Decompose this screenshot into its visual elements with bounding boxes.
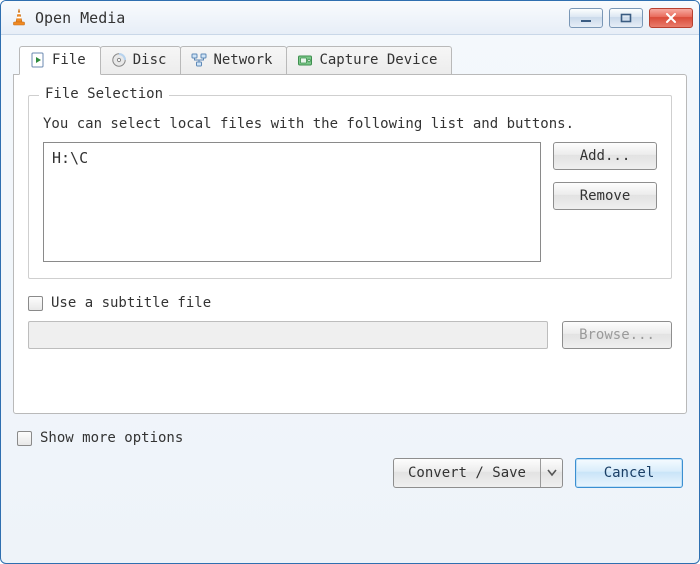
tab-disc[interactable]: Disc xyxy=(100,46,182,75)
use-subtitle-label: Use a subtitle file xyxy=(51,295,211,311)
file-selection-legend: File Selection xyxy=(39,86,169,102)
add-button-label: Add... xyxy=(580,148,631,164)
chevron-down-icon xyxy=(547,465,557,481)
capture-device-icon xyxy=(297,52,313,68)
subtitle-path-field xyxy=(28,321,548,349)
tab-file-label: File xyxy=(52,52,86,68)
disc-icon xyxy=(111,52,127,68)
add-button[interactable]: Add... xyxy=(553,142,657,170)
tab-network[interactable]: Network xyxy=(180,46,287,75)
convert-save-button[interactable]: Convert / Save xyxy=(393,458,563,488)
dialog-buttons: Convert / Save Cancel xyxy=(13,458,683,488)
window-controls xyxy=(569,8,693,28)
subtitle-group: Use a subtitle file Browse... xyxy=(28,295,672,349)
use-subtitle-checkbox[interactable] xyxy=(28,296,43,311)
file-selection-group: File Selection You can select local file… xyxy=(28,95,672,279)
show-more-checkbox[interactable] xyxy=(17,431,32,446)
client-area: File Disc xyxy=(1,35,699,563)
remove-button[interactable]: Remove xyxy=(553,182,657,210)
vlc-cone-icon xyxy=(9,8,29,28)
file-list[interactable]: H:\C xyxy=(43,142,541,262)
cancel-button-label: Cancel xyxy=(604,465,655,481)
window-title: Open Media xyxy=(35,9,569,27)
tab-capture-device[interactable]: Capture Device xyxy=(286,46,452,75)
minimize-button[interactable] xyxy=(569,8,603,28)
file-selection-hint: You can select local files with the foll… xyxy=(43,116,657,132)
show-more-label: Show more options xyxy=(40,430,183,446)
open-media-window: Open Media xyxy=(0,0,700,564)
maximize-button[interactable] xyxy=(609,8,643,28)
play-file-icon xyxy=(30,52,46,68)
browse-button: Browse... xyxy=(562,321,672,349)
remove-button-label: Remove xyxy=(580,188,631,204)
tab-capture-label: Capture Device xyxy=(319,52,437,68)
close-button[interactable] xyxy=(649,8,693,28)
tab-file[interactable]: File xyxy=(19,46,101,75)
tab-network-label: Network xyxy=(213,52,272,68)
network-icon xyxy=(191,52,207,68)
convert-save-label: Convert / Save xyxy=(408,465,526,481)
tab-disc-label: Disc xyxy=(133,52,167,68)
file-list-item[interactable]: H:\C xyxy=(52,149,532,167)
tabs: File Disc xyxy=(13,45,687,414)
convert-save-dropdown[interactable] xyxy=(540,459,562,487)
cancel-button[interactable]: Cancel xyxy=(575,458,683,488)
browse-button-label: Browse... xyxy=(579,327,655,343)
tab-file-panel: File Selection You can select local file… xyxy=(13,74,687,414)
titlebar: Open Media xyxy=(1,1,699,35)
show-more-row: Show more options xyxy=(17,430,683,446)
